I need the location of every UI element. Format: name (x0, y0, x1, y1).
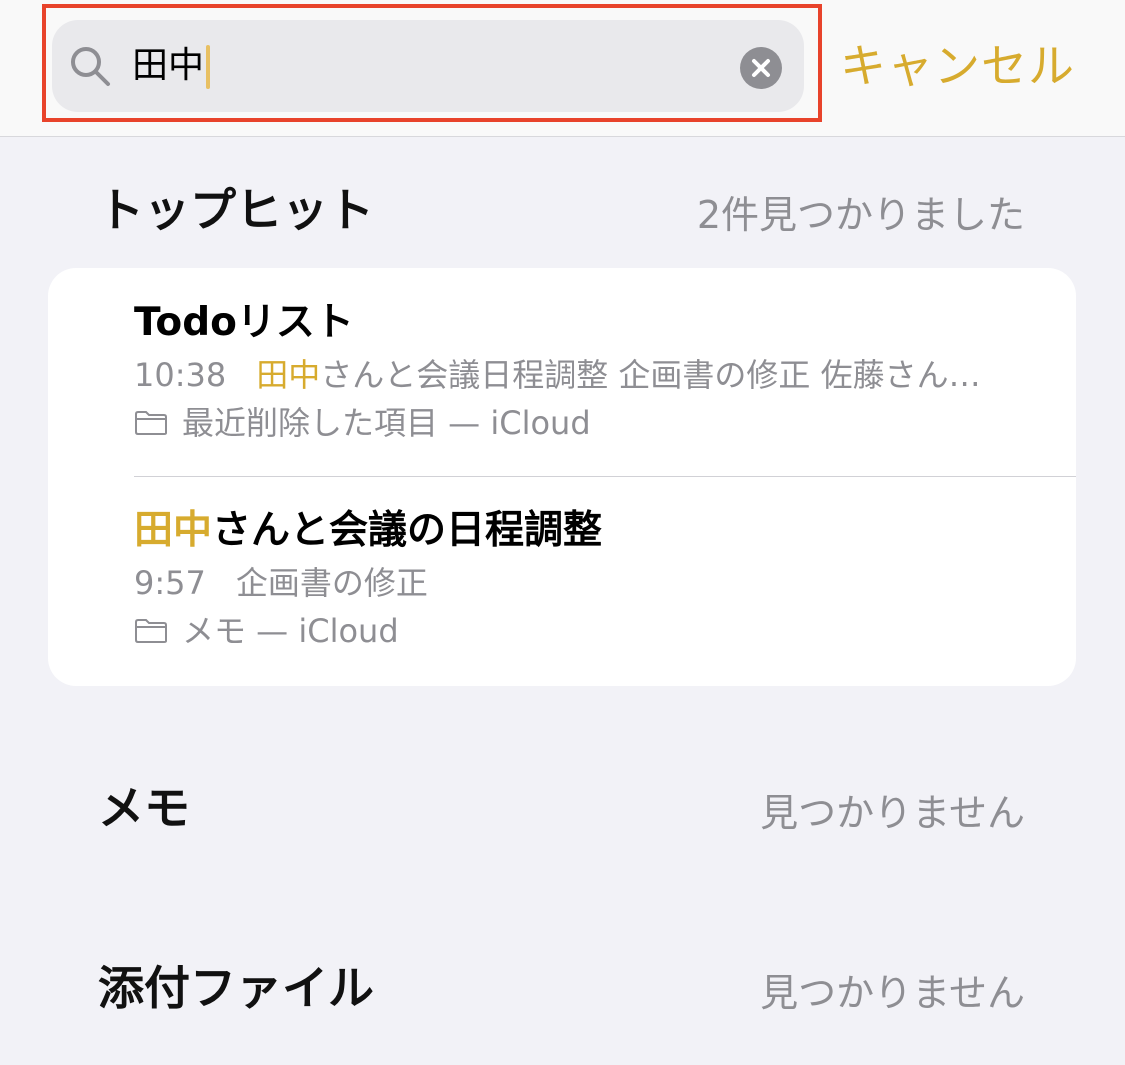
cancel-button[interactable]: キャンセル (840, 36, 1075, 96)
result-time: 9:57 (134, 564, 206, 602)
folder-label: 最近削除した項目 — iCloud (182, 404, 591, 442)
result-row[interactable]: 田中さんと会議の日程調整 9:57 企画書の修正 メモ — iCloud (134, 506, 1076, 652)
result-snippet: 10:38 田中さんと会議日程調整 企画書の修正 佐藤さん… (134, 354, 1076, 396)
title-highlight: 田中 (134, 508, 213, 553)
snippet-highlight: 田中 (256, 356, 321, 394)
attachments-section-status: 見つかりません (760, 971, 1025, 1015)
annotation-highlight-box (42, 4, 822, 122)
snippet-text: 企画書の修正 (235, 564, 428, 602)
result-row[interactable]: Todoリスト 10:38 田中さんと会議日程調整 企画書の修正 佐藤さん… 最近… (134, 298, 1076, 444)
folder-label: メモ — iCloud (182, 612, 399, 650)
memo-section-status: 見つかりません (760, 791, 1025, 835)
snippet-text: さんと会議日程調整 企画書の修正 佐藤さん… (320, 356, 981, 394)
results-card: Todoリスト 10:38 田中さんと会議日程調整 企画書の修正 佐藤さん… 最近… (48, 268, 1076, 686)
result-time: 10:38 (134, 356, 227, 394)
top-hits-header: トップヒット (98, 183, 374, 237)
folder-icon (135, 411, 167, 435)
result-title: 田中さんと会議の日程調整 (134, 506, 1076, 556)
row-divider (134, 476, 1076, 477)
memo-section-header: メモ (98, 781, 190, 835)
result-snippet: 9:57 企画書の修正 (134, 562, 1076, 604)
top-hits-count: 2件見つかりました (696, 193, 1025, 237)
result-title: Todoリスト (134, 300, 354, 345)
search-bar: 田中 キャンセル (0, 0, 1125, 137)
title-text: さんと会議の日程調整 (212, 508, 603, 553)
result-folder: メモ — iCloud (134, 610, 1076, 652)
folder-icon (135, 619, 167, 643)
attachments-section-header: 添付ファイル (98, 961, 374, 1015)
result-folder: 最近削除した項目 — iCloud (134, 402, 1076, 444)
